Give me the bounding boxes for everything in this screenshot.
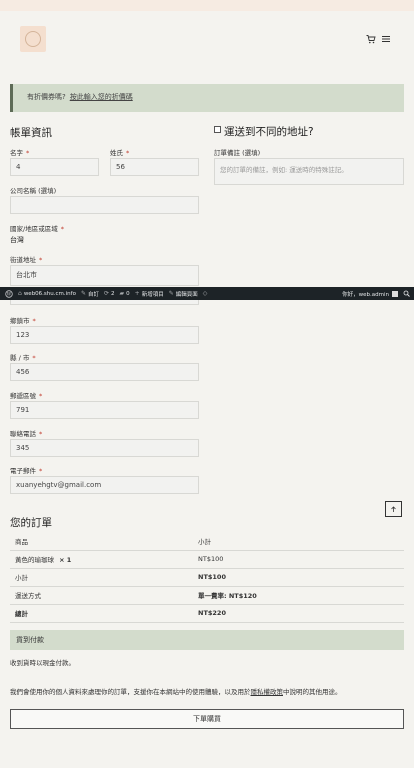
plus-icon: + — [134, 290, 140, 297]
street-field-bottom — [10, 300, 199, 305]
adminbar-new[interactable]: + 新增項目 — [135, 290, 164, 298]
arrow-up-icon — [391, 505, 396, 512]
order-notes-label: 訂單備註 (選填) — [214, 149, 261, 157]
order-title: 您的訂單 — [10, 517, 52, 529]
last-name-label: 姓氏 * — [110, 149, 130, 157]
county-field[interactable]: 456 — [10, 363, 199, 381]
adminbar-updates[interactable]: ⟳ 2 — [104, 290, 115, 297]
adminbar-edit[interactable]: ✎ 編輯頁面 — [169, 290, 198, 298]
phone-field[interactable]: 345 — [10, 439, 199, 457]
pencil-icon: ✎ — [168, 290, 174, 297]
order-item-row: 黃色的瑜珈球 × 1 NT$100 — [10, 550, 404, 569]
privacy-text: 我們會使用你的個人資料來處理你的訂單，支援你在本網站中的使用體驗，以及用於隱私權… — [10, 688, 342, 696]
last-name-field[interactable]: 56 — [110, 158, 199, 176]
payment-method-cod[interactable]: 貨到付款 — [10, 630, 404, 650]
subtotal-label: 小計 — [10, 568, 193, 587]
menu-icon[interactable] — [380, 33, 392, 45]
coupon-notice: 有折價券嗎? 按此輸入您的折價碼 — [10, 84, 404, 112]
postcode-field[interactable]: 791 — [10, 401, 199, 419]
order-item-name: 黃色的瑜珈球 × 1 — [10, 550, 193, 569]
first-name-field[interactable]: 4 — [10, 158, 99, 176]
email-label: 電子郵件 * — [10, 467, 43, 475]
admin-bar: W ⌂ web06.shu.cm.info ✎ 自訂 ⟳ 2 ▰ 0 + 新增項目 ✎ 編輯… — [0, 287, 414, 300]
comment-icon: ▰ — [119, 290, 125, 297]
update-icon: ⟳ — [104, 290, 110, 297]
order-item-price: NT$100 — [193, 550, 404, 569]
search-icon[interactable] — [403, 290, 410, 297]
adminbar-account[interactable]: 你好，web.admin — [342, 290, 398, 298]
shipping-method-value: 單一費率: NT$120 — [193, 586, 404, 605]
postcode-label: 郵遞區號 * — [10, 392, 43, 400]
shipping-method-label: 運送方式 — [10, 586, 193, 605]
total-label: 總計 — [10, 604, 193, 623]
head-subtotal: 小計 — [193, 532, 404, 551]
city-label: 鄉鎮市 * — [10, 317, 36, 325]
county-label: 縣 / 市 * — [10, 354, 36, 362]
brush-icon: ✎ — [80, 290, 86, 297]
total-value: NT$220 — [193, 604, 404, 623]
order-table-head: 商品 小計 — [10, 532, 404, 551]
back-to-top-button[interactable] — [385, 501, 402, 517]
ship-different-checkbox[interactable] — [214, 126, 221, 133]
order-subtotal-row: 小計 NT$100 — [10, 568, 404, 587]
logo-mark — [25, 31, 41, 47]
order-shipping-row: 運送方式 單一費率: NT$120 — [10, 586, 404, 605]
avatar — [392, 290, 398, 297]
order-notes-field[interactable]: 您的訂單的備註，例如: 運送時的特殊註記。 — [214, 158, 404, 185]
order-table: 商品 小計 黃色的瑜珈球 × 1 NT$100 小計 NT$100 運送方式 單… — [10, 532, 404, 623]
coupon-link[interactable]: 按此輸入您的折價碼 — [70, 93, 133, 101]
wordpress-icon[interactable]: W — [5, 289, 13, 298]
company-field[interactable] — [10, 196, 199, 214]
place-order-button[interactable]: 下單購買 — [10, 709, 404, 729]
company-label: 公司名稱 (選填) — [10, 187, 57, 195]
top-strip — [0, 0, 414, 11]
ship-different-title[interactable]: 運送到不同的地址? — [224, 124, 314, 139]
site-logo[interactable] — [20, 26, 46, 52]
street-label: 街道地址 * — [10, 256, 43, 264]
country-label: 國家/地區或區域 * — [10, 225, 64, 233]
head-product: 商品 — [10, 532, 193, 551]
phone-label: 聯絡電話 * — [10, 430, 43, 438]
payment-description: 收到貨時以現金付款。 — [10, 659, 75, 667]
billing-title: 帳單資訊 — [10, 127, 52, 139]
city-field[interactable]: 123 — [10, 326, 199, 344]
subtotal-value: NT$100 — [193, 568, 404, 587]
adminbar-site[interactable]: ⌂ web06.shu.cm.info — [18, 290, 76, 297]
diamond-icon: ◇ — [202, 290, 208, 297]
coupon-question: 有折價券嗎? — [27, 93, 66, 101]
privacy-policy-link[interactable]: 隱私權政策 — [251, 688, 284, 696]
home-icon: ⌂ — [18, 290, 22, 297]
adminbar-diamond[interactable]: ◇ — [203, 290, 210, 297]
street-field[interactable]: 台北市 — [10, 265, 199, 286]
adminbar-comments[interactable]: ▰ 0 — [120, 290, 130, 297]
first-name-label: 名字 * — [10, 149, 30, 157]
order-total-row: 總計 NT$220 — [10, 604, 404, 623]
country-value: 台灣 — [10, 236, 24, 244]
svg-text:W: W — [7, 291, 12, 297]
cart-icon[interactable] — [365, 33, 377, 45]
adminbar-customize[interactable]: ✎ 自訂 — [81, 290, 99, 298]
email-field[interactable]: xuanyehgtv@gmail.com — [10, 476, 199, 494]
